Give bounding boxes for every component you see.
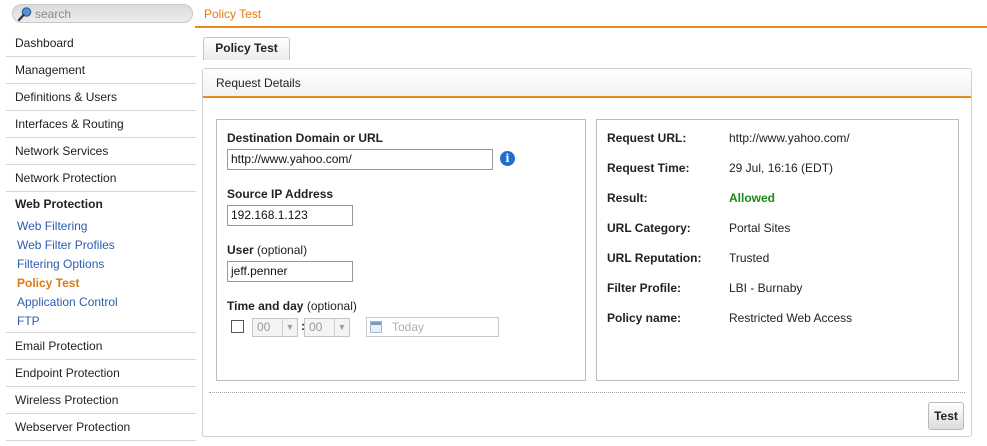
sidebar-item-network-protection[interactable]: Network Protection [6,165,196,192]
sidebar-item-management[interactable]: Management [6,57,196,84]
search-icon [17,7,32,22]
panel-title: Request Details [203,69,971,98]
sidebar-subitem-ftp[interactable]: FTP [6,312,196,331]
request-time-value: 29 Jul, 16:16 (EDT) [729,161,834,175]
sidebar-item-endpoint-protection[interactable]: Endpoint Protection [6,360,196,387]
hour-value: 00 [257,320,271,334]
request-details-panel: Request Details Destination Domain or UR… [202,68,972,437]
url-category-key: URL Category: [607,221,691,235]
result-box: Request URL: http://www.yahoo.com/ Reque… [596,119,959,381]
user-label: User (optional) [227,243,308,257]
time-optional-note: (optional) [306,299,357,313]
sidebar-item-interfaces-routing[interactable]: Interfaces & Routing [6,111,196,138]
result-key: Result: [607,191,648,205]
sidebar-item-network-services[interactable]: Network Services [6,138,196,165]
destination-label: Destination Domain or URL [227,131,384,145]
url-category-value: Portal Sites [729,221,791,235]
user-input[interactable]: jeff.penner [227,261,353,282]
source-ip-label: Source IP Address [227,187,334,201]
filter-profile-value: LBI - Burnaby [729,281,803,295]
date-field[interactable]: Today [366,317,499,337]
header-divider [195,26,987,28]
source-ip-input[interactable]: 192.168.1.123 [227,205,353,226]
sidebar-item-webserver-protection[interactable]: Webserver Protection [6,414,196,441]
hour-select[interactable]: 00 ▼ [252,318,298,337]
footer-divider [209,392,965,393]
request-form: Destination Domain or URL http://www.yah… [216,119,586,381]
sidebar-item-wireless-protection[interactable]: Wireless Protection [6,387,196,414]
policy-name-key: Policy name: [607,311,682,325]
info-icon[interactable]: i [500,151,515,166]
sidebar-subitem-policy-test[interactable]: Policy Test [6,274,196,293]
sidebar-item-definitions-users[interactable]: Definitions & Users [6,84,196,111]
search-box[interactable]: search [12,4,193,23]
request-time-key: Request Time: [607,161,690,175]
sidebar-subitem-web-filter-profiles[interactable]: Web Filter Profiles [6,236,196,255]
tab-policy-test[interactable]: Policy Test [203,37,290,60]
sidebar-subitem-application-control[interactable]: Application Control [6,293,196,312]
policy-name-value: Restricted Web Access [729,311,853,325]
calendar-icon [370,321,382,333]
minute-value: 00 [309,320,323,334]
search-input[interactable]: search [35,7,71,21]
time-enable-checkbox[interactable] [231,320,244,333]
chevron-down-icon: ▼ [282,319,297,336]
filter-profile-key: Filter Profile: [607,281,682,295]
request-url-key: Request URL: [607,131,687,145]
url-reputation-key: URL Reputation: [607,251,702,265]
sidebar-item-email-protection[interactable]: Email Protection [6,333,196,360]
sidebar: Dashboard Management Definitions & Users… [6,30,196,441]
user-optional-note: (optional) [257,243,308,257]
sidebar-item-web-protection[interactable]: Web Protection [6,192,196,217]
sidebar-item-dashboard[interactable]: Dashboard [6,30,196,57]
sidebar-group-web-protection: Web Protection Web Filtering Web Filter … [6,192,196,333]
sidebar-subitem-filtering-options[interactable]: Filtering Options [6,255,196,274]
request-url-value: http://www.yahoo.com/ [729,131,850,145]
destination-url-input[interactable]: http://www.yahoo.com/ [227,149,493,170]
chevron-down-icon: ▼ [334,319,349,336]
minute-select[interactable]: 00 ▼ [304,318,350,337]
result-value: Allowed [729,191,776,205]
sidebar-subitem-web-filtering[interactable]: Web Filtering [6,217,196,236]
url-reputation-value: Trusted [729,251,770,265]
breadcrumb: Policy Test [204,7,262,21]
time-day-label: Time and day (optional) [227,299,357,313]
top-bar: search Policy Test [0,0,987,28]
test-button[interactable]: Test [928,402,964,430]
date-placeholder: Today [392,320,425,334]
